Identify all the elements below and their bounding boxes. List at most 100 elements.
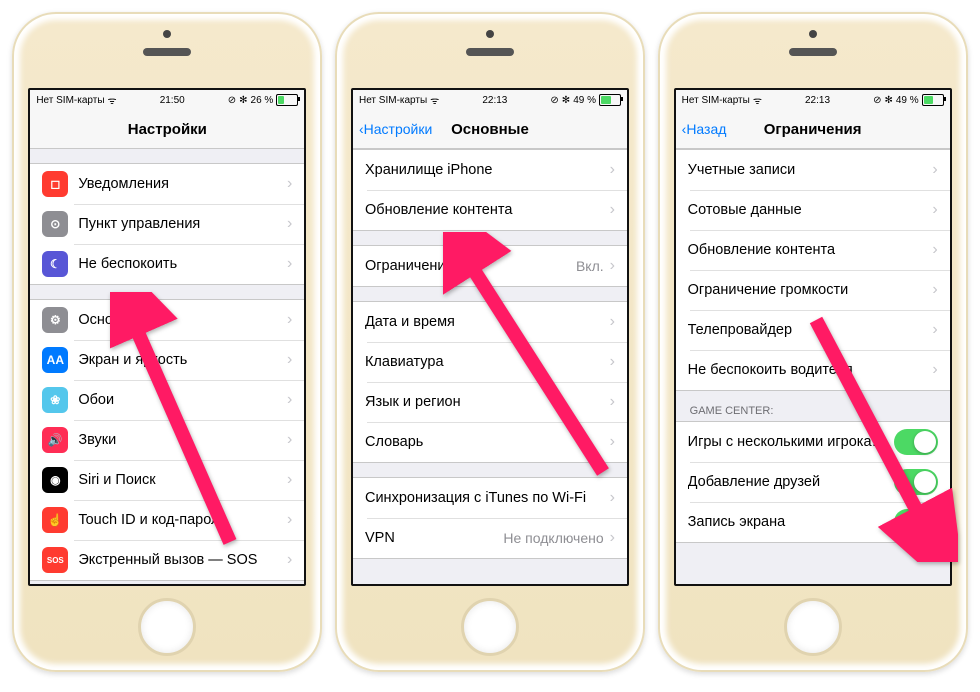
home-button[interactable]	[461, 598, 519, 656]
row-label: Хранилище iPhone	[365, 162, 610, 178]
toggle-switch[interactable]	[894, 469, 938, 495]
settings-row[interactable]: ◉ Siri и Поиск ›	[30, 460, 304, 500]
chevron-right-icon: ›	[610, 489, 615, 507]
row-label: Учетные записи	[688, 162, 933, 178]
settings-row[interactable]: ◻ Уведомления ›	[30, 164, 304, 204]
chevron-right-icon: ›	[610, 393, 615, 411]
status-bar: Нет SIM-карты ᯤ 21:50 ⊘ ✻ 26 %	[30, 90, 304, 110]
chevron-right-icon: ›	[287, 551, 292, 569]
alarm-icon: ⊘	[550, 95, 558, 106]
row-label: Основные	[78, 312, 287, 328]
settings-row[interactable]: Сотовые данные ›	[676, 190, 950, 230]
row-label: Телепровайдер	[688, 322, 933, 338]
row-label: Ограничения	[365, 258, 576, 274]
phone-settings: Нет SIM-карты ᯤ 21:50 ⊘ ✻ 26 % Настройки…	[12, 12, 322, 672]
row-icon: ☝	[42, 507, 68, 533]
settings-row[interactable]: SOS Экстренный вызов — SOS ›	[30, 540, 304, 580]
chevron-right-icon: ›	[287, 511, 292, 529]
camera-dot	[486, 30, 494, 38]
row-icon: ⚙	[42, 307, 68, 333]
settings-row[interactable]: ⊙ Пункт управления ›	[30, 204, 304, 244]
nav-title: Настройки	[128, 121, 207, 138]
settings-row[interactable]: Обновление контента ›	[353, 190, 627, 230]
chevron-right-icon: ›	[287, 431, 292, 449]
row-label: Словарь	[365, 434, 610, 450]
settings-row[interactable]: Язык и регион ›	[353, 382, 627, 422]
phone-general: Нет SIM-карты ᯤ 22:13 ⊘ ✻ 49 % ‹Настройк…	[335, 12, 645, 672]
nav-title: Основные	[451, 121, 529, 138]
wifi-icon: ᯤ	[753, 93, 762, 107]
battery-icon	[922, 94, 944, 106]
carrier-label: Нет SIM-карты	[682, 95, 750, 106]
row-label: Клавиатура	[365, 354, 610, 370]
row-label: Синхронизация с iTunes по Wi-Fi	[365, 490, 610, 506]
settings-row[interactable]: Ограничения Вкл. ›	[353, 246, 627, 286]
settings-row[interactable]: Обновление контента ›	[676, 230, 950, 270]
chevron-right-icon: ›	[610, 433, 615, 451]
chevron-right-icon: ›	[287, 215, 292, 233]
battery-icon	[276, 94, 298, 106]
settings-row[interactable]: 🔊 Звуки ›	[30, 420, 304, 460]
settings-row[interactable]: Словарь ›	[353, 422, 627, 462]
screen-settings: Нет SIM-карты ᯤ 21:50 ⊘ ✻ 26 % Настройки…	[28, 88, 306, 586]
row-label: Экран и яркость	[78, 352, 287, 368]
home-button[interactable]	[784, 598, 842, 656]
back-button[interactable]: ‹Назад	[682, 121, 727, 137]
row-label: Добавление друзей	[688, 474, 894, 490]
settings-row[interactable]: AA Экран и яркость ›	[30, 340, 304, 380]
alarm-icon: ⊘	[228, 95, 236, 106]
battery-pct: 49 %	[896, 95, 919, 106]
settings-row[interactable]: Телепровайдер ›	[676, 310, 950, 350]
row-icon: AA	[42, 347, 68, 373]
chevron-right-icon: ›	[287, 311, 292, 329]
settings-row[interactable]: ☝ Touch ID и код-пароль ›	[30, 500, 304, 540]
settings-list[interactable]: ◻ Уведомления › ⊙ Пункт управления › ☾ Н…	[30, 149, 304, 584]
clock: 21:50	[160, 95, 185, 106]
nav-bar: ‹Назад Ограничения	[676, 110, 950, 149]
row-label: Обновление контента	[688, 242, 933, 258]
camera-dot	[809, 30, 817, 38]
chevron-right-icon: ›	[610, 201, 615, 219]
row-label: Не беспокоить	[78, 256, 287, 272]
row-label: Сотовые данные	[688, 202, 933, 218]
settings-row[interactable]: Клавиатура ›	[353, 342, 627, 382]
row-icon: SOS	[42, 547, 68, 573]
chevron-right-icon: ›	[932, 161, 937, 179]
camera-dot	[163, 30, 171, 38]
speaker-slot	[466, 48, 514, 56]
row-label: Обои	[78, 392, 287, 408]
settings-row[interactable]: ☾ Не беспокоить ›	[30, 244, 304, 284]
settings-row[interactable]: ❀ Обои ›	[30, 380, 304, 420]
toggle-switch[interactable]	[894, 509, 938, 535]
row-label: Пункт управления	[78, 216, 287, 232]
chevron-right-icon: ›	[932, 281, 937, 299]
back-button[interactable]: ‹Настройки	[359, 121, 432, 137]
chevron-right-icon: ›	[932, 361, 937, 379]
row-label: Язык и регион	[365, 394, 610, 410]
row-label: Запись экрана	[688, 514, 894, 530]
settings-row[interactable]: Игры с несколькими игрока…	[676, 422, 950, 462]
settings-row[interactable]: Не беспокоить водителя ›	[676, 350, 950, 390]
row-icon: ❀	[42, 387, 68, 413]
settings-row[interactable]: Запись экрана	[676, 502, 950, 542]
chevron-right-icon: ›	[932, 201, 937, 219]
settings-row[interactable]: Ограничение громкости ›	[676, 270, 950, 310]
settings-row[interactable]: Синхронизация с iTunes по Wi-Fi ›	[353, 478, 627, 518]
settings-row[interactable]: Дата и время ›	[353, 302, 627, 342]
general-list[interactable]: Хранилище iPhone › Обновление контента ›…	[353, 149, 627, 584]
row-label: Ограничение громкости	[688, 282, 933, 298]
row-label: VPN	[365, 530, 503, 546]
toggle-switch[interactable]	[894, 429, 938, 455]
settings-row[interactable]: VPN Не подключено ›	[353, 518, 627, 558]
row-icon: ◻	[42, 171, 68, 197]
settings-row[interactable]: Хранилище iPhone ›	[353, 150, 627, 190]
row-label: Звуки	[78, 432, 287, 448]
restrictions-list[interactable]: Учетные записи › Сотовые данные › Обновл…	[676, 149, 950, 584]
settings-row[interactable]: Добавление друзей	[676, 462, 950, 502]
row-detail: Не подключено	[503, 530, 603, 546]
status-bar: Нет SIM-карты ᯤ 22:13 ⊘ ✻ 49 %	[353, 90, 627, 110]
battery-pct: 26 %	[251, 95, 274, 106]
settings-row[interactable]: ⚙ Основные ›	[30, 300, 304, 340]
home-button[interactable]	[138, 598, 196, 656]
settings-row[interactable]: Учетные записи ›	[676, 150, 950, 190]
